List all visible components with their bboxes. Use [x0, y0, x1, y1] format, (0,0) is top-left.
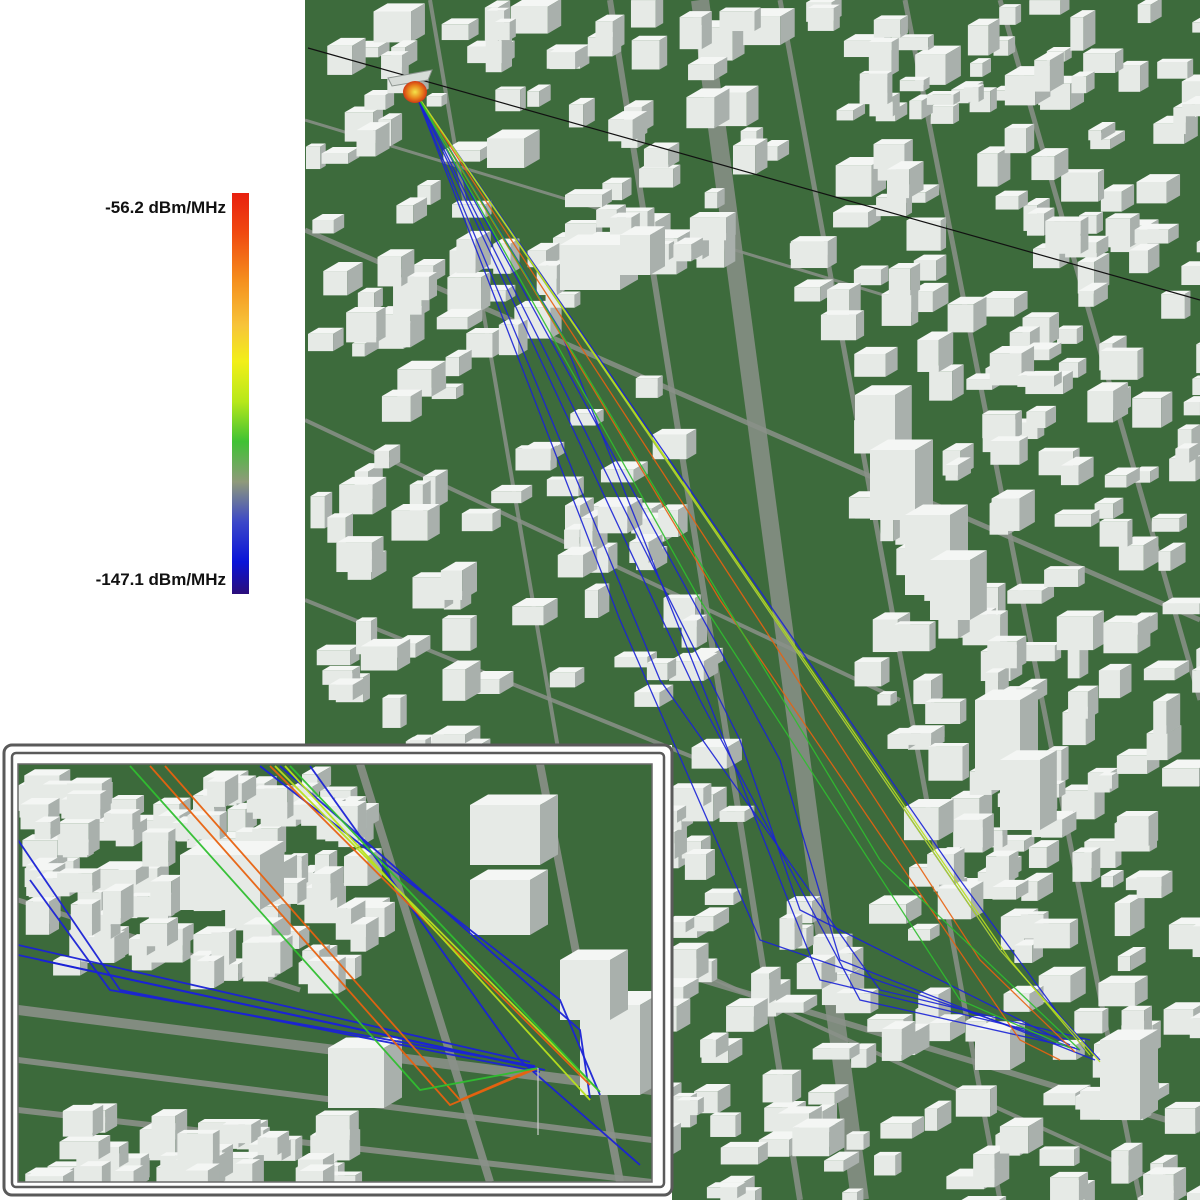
legend-min-label: -147.1 dBm/MHz	[95, 570, 226, 589]
inset-zoom-view	[2, 743, 674, 1197]
legend-colorbar	[232, 193, 249, 594]
signal-legend: -56.2 dBm/MHz -147.1 dBm/MHz	[0, 0, 300, 620]
legend-max-label: -56.2 dBm/MHz	[105, 198, 226, 217]
